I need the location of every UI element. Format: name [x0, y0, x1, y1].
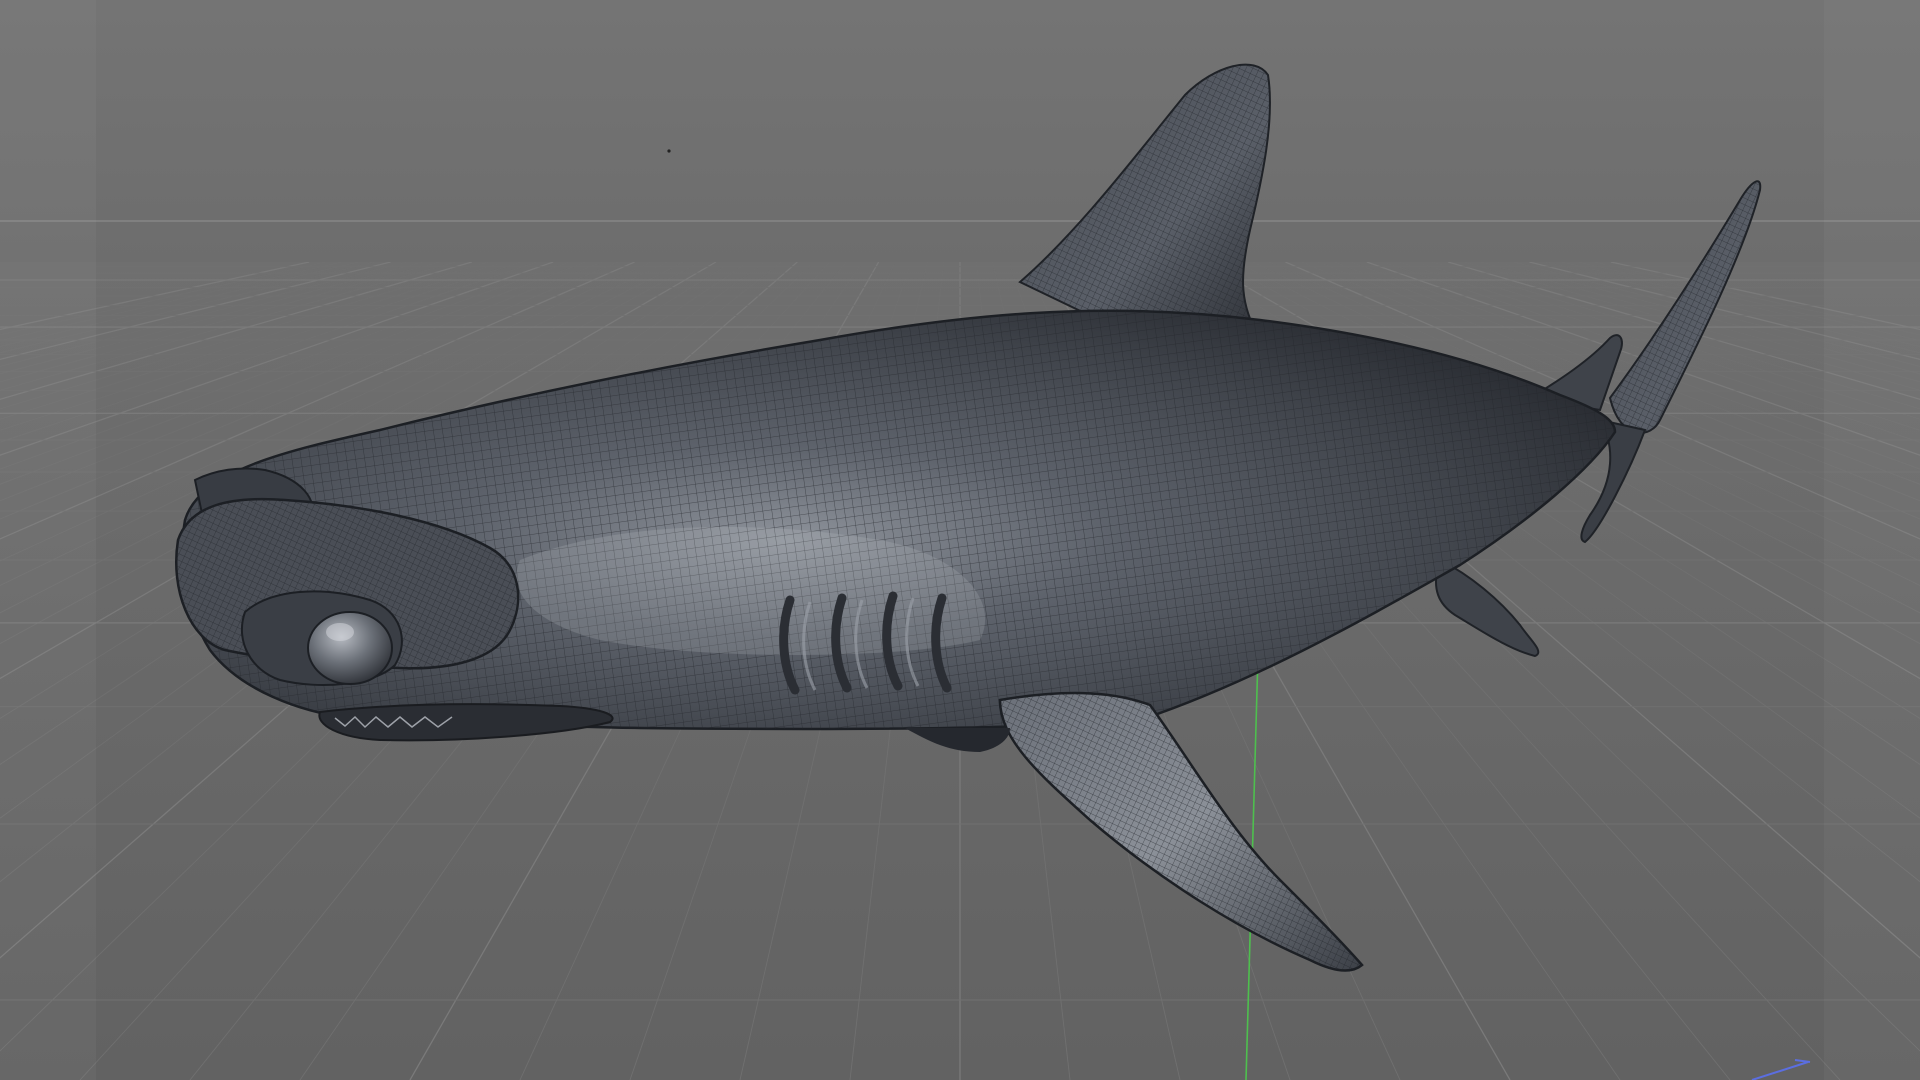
viewport-canvas[interactable]: [0, 0, 1920, 1080]
3d-viewport[interactable]: [0, 0, 1920, 1080]
shark-eye: [307, 611, 393, 685]
eye-highlight: [326, 623, 354, 641]
safe-frame-right: [1824, 0, 1920, 1080]
scene-null-object: [667, 149, 671, 153]
viewport-background: [0, 0, 1920, 262]
safe-frame-left: [0, 0, 96, 1080]
